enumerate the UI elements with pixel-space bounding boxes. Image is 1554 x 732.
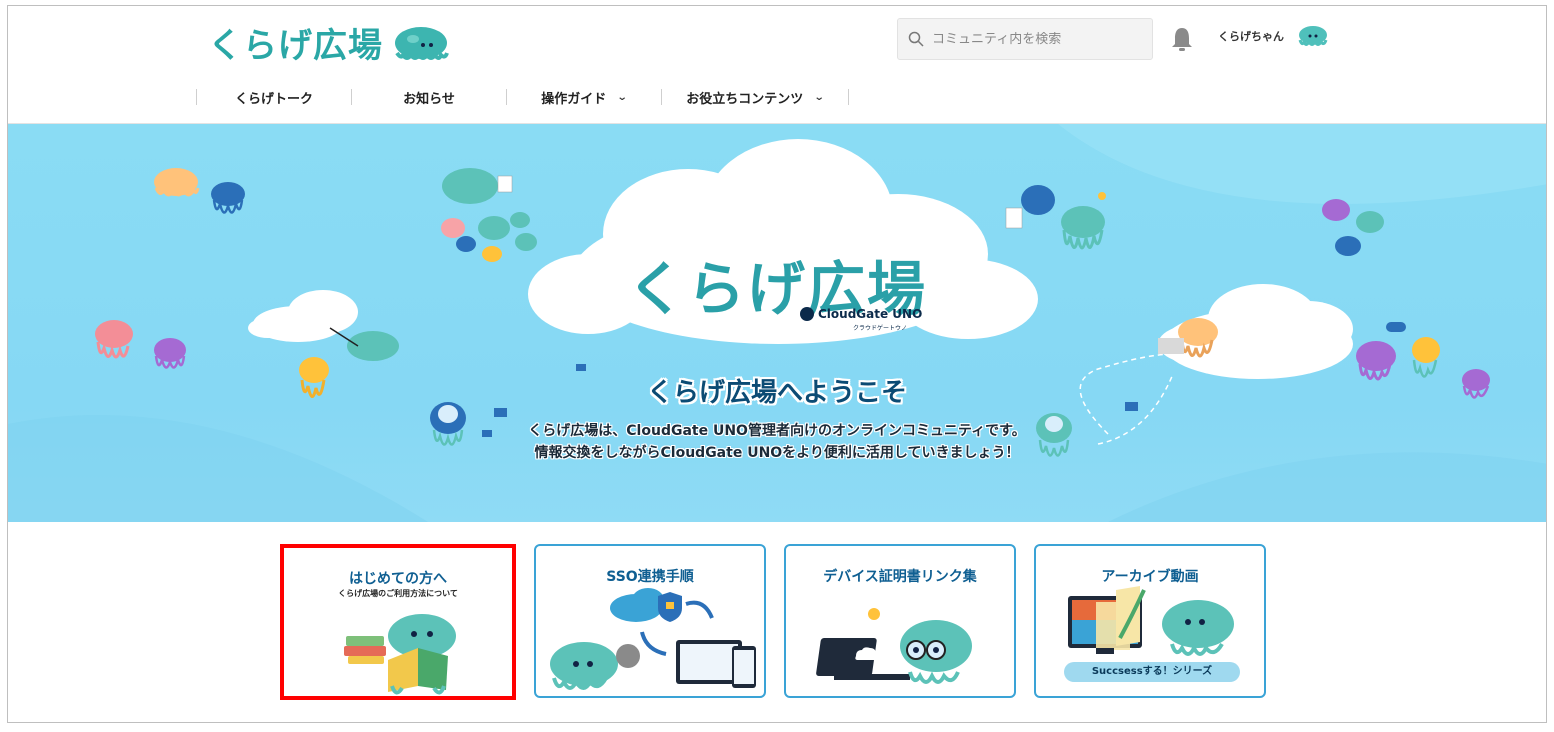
search-input[interactable] — [932, 31, 1132, 47]
card-title: SSO連携手順 — [606, 569, 694, 585]
jellyfish-logo-icon — [395, 26, 449, 60]
jellyfish-purple-left — [154, 338, 186, 369]
user-menu[interactable]: くらげちゃん — [1218, 24, 1330, 48]
series-label: Succsessする！シリーズ — [1064, 662, 1240, 682]
jellyfish-orange-topleft — [154, 168, 200, 197]
logo-text: くらげ広場 — [208, 26, 383, 66]
card-title: はじめての方へ — [349, 571, 447, 587]
hero-description-line2: 情報交換をしながらCloudGate UNOをより便利に活用していきましょう！ — [534, 445, 1020, 461]
hero-title: くらげ広場へようこそ — [646, 378, 907, 408]
avatar[interactable] — [1296, 24, 1330, 48]
cloudgate-brand: CloudGate UNO — [800, 307, 922, 321]
hero-logo: くらげ広場 — [626, 255, 927, 323]
jellyfish-teal-cloud — [329, 327, 399, 361]
nav-item-label: お知らせ — [403, 91, 455, 107]
card-archive-videos[interactable]: アーカイブ動画 Succsessする！シリーズ — [1034, 544, 1266, 698]
card-device-certificate-links[interactable]: デバイス証明書リンク集 — [784, 544, 1016, 698]
main-nav: くらげトーク お知らせ 操作ガイド ⌄ お役立ちコンテンツ ⌄ — [196, 84, 849, 110]
jellyfish-blue-right — [1005, 185, 1055, 229]
search-icon — [908, 31, 924, 47]
cloudgate-brand-text: CloudGate UNO — [818, 307, 923, 321]
nav-item-label: 操作ガイド — [541, 91, 607, 107]
card-subtitle: くらげ広場のご利用方法について — [338, 589, 458, 598]
nav-item-kurage-talk[interactable]: くらげトーク — [197, 84, 351, 110]
user-name: くらげちゃん — [1218, 30, 1284, 43]
chevron-down-icon: ⌄ — [617, 91, 628, 103]
card-title: アーカイブ動画 — [1101, 569, 1199, 585]
card-getting-started[interactable]: はじめての方へ くらげ広場のご利用方法について — [280, 544, 516, 700]
page-frame: くらげ広場 くらげちゃん — [7, 5, 1547, 723]
bell-icon — [1172, 28, 1192, 51]
nav-item-news[interactable]: お知らせ — [352, 84, 506, 110]
jellyfish-navy-topleft — [211, 182, 245, 214]
site-header: くらげ広場 くらげちゃん — [8, 6, 1546, 124]
search-box[interactable] — [897, 18, 1153, 60]
nav-item-useful-contents[interactable]: お役立ちコンテンツ ⌄ — [662, 84, 848, 110]
nav-item-operation-guide[interactable]: 操作ガイド ⌄ — [507, 84, 661, 110]
notification-bell[interactable] — [1170, 26, 1194, 56]
hero-banner: くらげ広場 CloudGate UNO クラウドゲートウノ くらげ広場へようこそ… — [8, 124, 1546, 522]
nav-item-label: くらげトーク — [234, 91, 313, 107]
cloudgate-brand-sub: クラウドゲートウノ — [853, 325, 908, 332]
quick-links: はじめての方へ くらげ広場のご利用方法について SSO連携手順 デバイス証明書リ… — [280, 544, 1266, 700]
jellyfish-yellow-right — [1412, 337, 1440, 378]
card-sso-steps[interactable]: SSO連携手順 — [534, 544, 766, 698]
cloudgate-logo-icon — [800, 307, 814, 321]
nav-divider — [848, 89, 849, 105]
card-title: デバイス証明書リンク集 — [823, 569, 977, 585]
site-logo[interactable]: くらげ広場 — [208, 18, 453, 67]
nav-item-label: お役立ちコンテンツ — [686, 91, 804, 107]
chevron-down-icon: ⌄ — [814, 91, 825, 103]
hero-description-line1: くらげ広場は、CloudGate UNO管理者向けのオンラインコミュニティです。 — [528, 423, 1026, 439]
